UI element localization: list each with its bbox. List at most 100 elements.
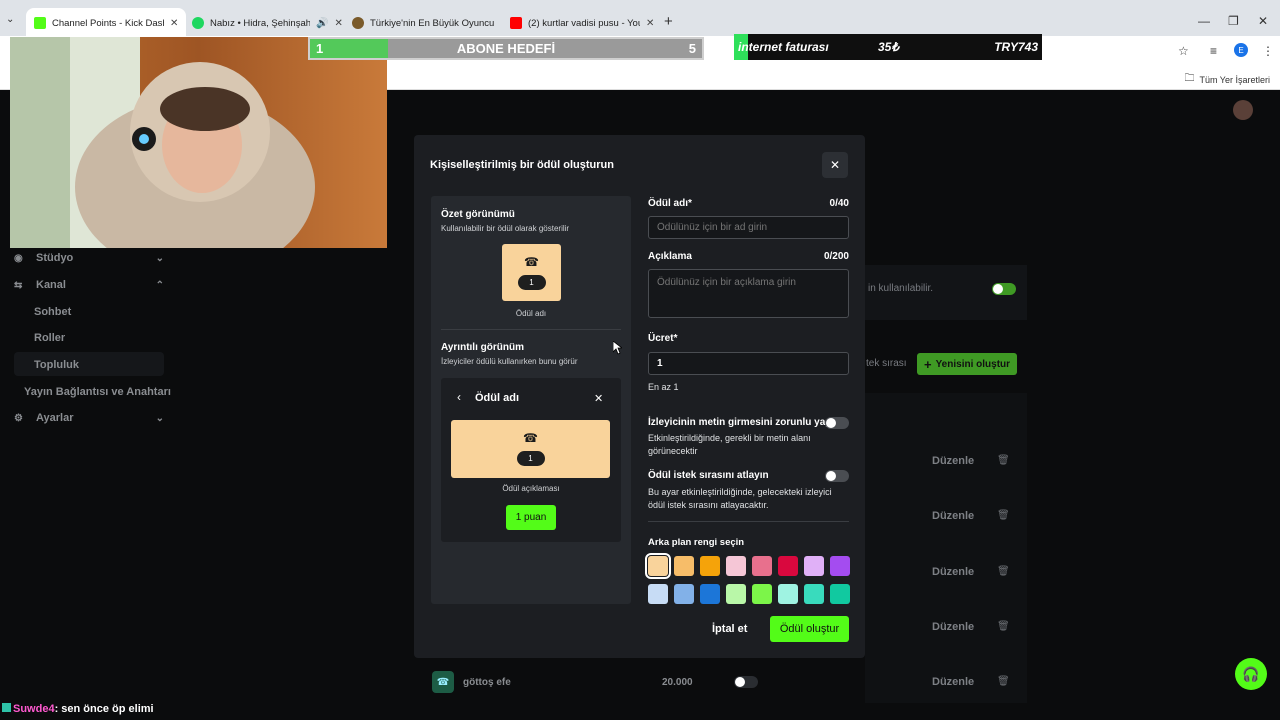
trash-icon[interactable]: 🗑 — [997, 621, 1010, 632]
color-swatch[interactable] — [645, 553, 671, 579]
sidebar-item-chat[interactable]: Sohbet — [34, 306, 71, 318]
preview-divider — [441, 329, 621, 330]
create-reward-button[interactable]: Ödül oluştur — [770, 616, 849, 642]
sub-goal-label: ABONE HEDEFİ — [456, 41, 556, 56]
sidebar-item-channel[interactable]: ⇆ Kanal ⌃ — [14, 279, 164, 291]
require-text-toggle[interactable] — [825, 417, 849, 429]
skip-queue-note: Bu ayar etkinleştirildiğinde, gelecektek… — [648, 487, 832, 510]
help-chat-button[interactable]: 🎧 — [1235, 658, 1267, 690]
skip-queue-label: Ödül istek sırasını atlayın — [648, 470, 769, 481]
headset-icon: 🎧 — [1242, 665, 1260, 682]
sidebar-item-label: Kanal — [36, 279, 66, 291]
close-modal-button[interactable]: ✕ — [822, 152, 848, 178]
speaker-icon[interactable]: 🔊 — [316, 18, 328, 29]
color-swatch[interactable] — [674, 556, 694, 576]
detail-description: Ödül açıklaması — [502, 484, 560, 493]
spotify-favicon-icon — [192, 17, 204, 29]
donation-goal-bar: internet faturası 35₺ TRY743 — [734, 34, 1042, 60]
cost-input[interactable]: 1 — [648, 352, 849, 375]
color-swatch[interactable] — [726, 584, 746, 604]
close-tab-icon[interactable]: ✕ — [170, 18, 178, 29]
edit-button[interactable]: Düzenle — [932, 621, 974, 633]
close-icon: ✕ — [829, 158, 841, 172]
color-swatch[interactable] — [830, 556, 850, 576]
close-icon: ✕ — [594, 393, 604, 405]
reward-toggle[interactable] — [734, 676, 758, 688]
phone-icon: ☎ — [523, 431, 538, 445]
edit-button[interactable]: Düzenle — [932, 455, 974, 467]
create-new-button[interactable]: + Yenisini oluştur — [917, 353, 1017, 375]
edit-button[interactable]: Düzenle — [932, 676, 974, 688]
sub-goal-target: 5 — [688, 41, 696, 56]
tab-search-chevron-icon[interactable]: ⌄ — [6, 14, 14, 25]
sidebar-item-settings[interactable]: ⚙ Ayarlar ⌄ — [14, 412, 164, 424]
donation-target: TRY743 — [994, 40, 1038, 54]
tab-forum[interactable]: Türkiye'nin En Büyük Oyuncu D... — [344, 10, 504, 36]
color-swatch[interactable] — [700, 556, 720, 576]
bg-queue-text: tek sırası — [866, 358, 907, 369]
color-swatch[interactable] — [830, 584, 850, 604]
chat-text: : sen önce öp elimi — [54, 703, 154, 715]
sidebar-item-label: Stüdyo — [36, 252, 74, 264]
profile-avatar[interactable]: E — [1234, 43, 1248, 57]
trash-icon[interactable]: 🗑 — [997, 455, 1010, 466]
edit-button[interactable]: Düzenle — [932, 566, 974, 578]
tab-channel-points[interactable]: Channel Points - Kick Dashboard ✕ — [26, 8, 187, 38]
color-swatch[interactable] — [778, 556, 798, 576]
sub-goal-bar: 1 ABONE HEDEFİ 5 — [308, 37, 704, 60]
bg-enabled-toggle[interactable] — [992, 283, 1016, 295]
tab-label: (2) kurtlar vadisi pusu - YouTube — [528, 17, 640, 29]
edit-button[interactable]: Düzenle — [932, 510, 974, 522]
bg-usable-text: in kullanılabilir. — [868, 283, 934, 294]
require-text-note: Etkinleştirildiğinde, gerekli bir metin … — [648, 433, 811, 456]
phone-icon: ☎ — [524, 255, 539, 269]
skip-queue-toggle[interactable] — [825, 470, 849, 482]
color-swatch[interactable] — [726, 556, 746, 576]
sidebar-item-community[interactable]: Topluluk — [34, 359, 79, 371]
sidebar-item-stream-key[interactable]: Yayın Bağlantısı ve Anahtarı — [24, 386, 171, 398]
trash-icon[interactable]: 🗑 — [997, 566, 1010, 577]
new-tab-icon[interactable]: + — [664, 13, 673, 30]
detail-reward-card: ☎ 1 — [451, 420, 610, 478]
chat-message: Suwde4: sen önce öp elimi — [2, 703, 154, 715]
sidebar-item-roles[interactable]: Roller — [34, 332, 65, 344]
minimize-icon[interactable]: — — [1198, 14, 1210, 28]
user-avatar[interactable] — [1233, 100, 1253, 120]
create-new-label: Yenisini oluştur — [935, 358, 1011, 370]
cost-minimum-note: En az 1 — [648, 382, 679, 392]
color-swatch[interactable] — [752, 584, 772, 604]
color-swatch[interactable] — [804, 584, 824, 604]
color-swatch[interactable] — [674, 584, 694, 604]
redeem-preview-button: 1 puan — [506, 505, 556, 530]
modal-title: Kişiselleştirilmiş bir ödül oluşturun — [430, 159, 614, 171]
trash-icon[interactable]: 🗑 — [997, 676, 1010, 687]
name-label: Ödül adı* — [648, 198, 692, 209]
sidebar-item-studio[interactable]: ◉ Stüdyo ⌄ — [14, 252, 164, 264]
color-swatch[interactable] — [804, 556, 824, 576]
reward-name-input[interactable] — [648, 216, 849, 239]
tab-spotify[interactable]: Nabız • Hidra, Şehinşah, Fe... 🔊 ✕ — [184, 10, 351, 36]
detail-title: Ayrıntılı görünüm — [441, 342, 524, 353]
kick-favicon-icon — [34, 17, 46, 29]
bookmark-star-icon[interactable]: ☆ — [1178, 44, 1189, 58]
gear-icon: ⚙ — [14, 412, 23, 424]
cancel-button[interactable]: İptal et — [712, 623, 747, 635]
description-textarea[interactable] — [648, 269, 849, 318]
color-swatch[interactable] — [700, 584, 720, 604]
summary-reward-card: ☎ 1 — [502, 244, 561, 301]
reward-name: göttoş efe — [463, 677, 511, 688]
tab-youtube[interactable]: (2) kurtlar vadisi pusu - YouTube ✕ — [502, 10, 662, 36]
maximize-icon[interactable]: ❐ — [1228, 14, 1239, 28]
color-swatch[interactable] — [752, 556, 772, 576]
close-tab-icon[interactable]: ✕ — [646, 18, 654, 29]
media-control-icon[interactable]: ≡ — [1210, 44, 1217, 58]
color-swatch[interactable] — [648, 584, 668, 604]
close-tab-icon[interactable]: ✕ — [334, 18, 342, 29]
window-close-icon[interactable]: ✕ — [1258, 14, 1268, 28]
trash-icon[interactable]: 🗑 — [997, 510, 1010, 521]
mouse-cursor-icon — [613, 341, 622, 355]
detail-header: Ödül adı — [475, 392, 519, 404]
all-bookmarks[interactable]: 🗀 Tüm Yer İşaretleri — [1184, 71, 1270, 88]
menu-kebab-icon[interactable]: ⋮ — [1262, 44, 1274, 58]
color-swatch[interactable] — [778, 584, 798, 604]
